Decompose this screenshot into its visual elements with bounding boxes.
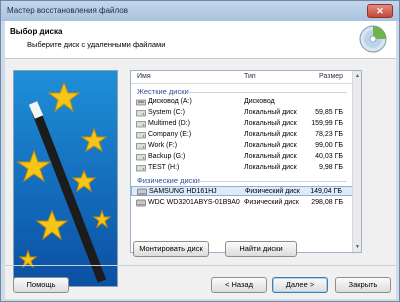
hard-drive-icon <box>136 165 146 172</box>
group-divider <box>187 92 347 93</box>
title-bar: Мастер восстановления файлов ✕ <box>1 1 399 21</box>
vertical-scrollbar[interactable]: ▲ ▼ <box>352 71 361 252</box>
disk-row-samsung-selected[interactable]: SAMSUNG HD161HJ Физический диск 149,04 Г… <box>131 186 353 196</box>
disk-size: 78,23 ГБ <box>315 131 343 138</box>
disk-name: Дисковод (A:) <box>148 98 192 105</box>
hard-drive-icon <box>136 132 146 139</box>
disk-size: 9,98 ГБ <box>319 164 343 171</box>
disk-row-backup[interactable]: Backup (G:) Локальный диск 40,03 ГБ <box>131 152 353 162</box>
disk-row-wdc[interactable]: WDC WD3201ABYS-01B9A0 Физический диск 29… <box>131 198 353 208</box>
wizard-client-area: Выбор диска Выберите диск с удаленными ф… <box>5 21 396 299</box>
disk-name: System (C:) <box>148 109 185 116</box>
disk-type: Локальный диск <box>244 109 297 116</box>
disc-icon <box>359 25 387 53</box>
close-window-button[interactable]: ✕ <box>367 4 393 18</box>
disk-row-multimed[interactable]: Multimed (D:) Локальный диск 159,99 ГБ <box>131 119 353 129</box>
find-disks-button[interactable]: Найти диски <box>225 241 297 257</box>
scroll-up-arrow-icon[interactable]: ▲ <box>354 72 361 80</box>
disk-size: 40,03 ГБ <box>315 153 343 160</box>
disk-name: SAMSUNG HD161HJ <box>149 188 217 195</box>
window-title: Мастер восстановления файлов <box>7 6 128 15</box>
disk-size: 149,04 ГБ <box>310 188 342 195</box>
disk-name: TEST (H:) <box>148 164 180 171</box>
disk-size: 298,08 ГБ <box>311 199 343 206</box>
disk-type: Локальный диск <box>244 120 297 127</box>
disk-name: Multimed (D:) <box>148 120 191 127</box>
disk-row-floppy[interactable]: Дисковод (A:) Дисковод <box>131 97 353 107</box>
disk-row-test[interactable]: TEST (H:) Локальный диск 9,98 ГБ <box>131 163 353 173</box>
disk-type: Локальный диск <box>244 131 297 138</box>
column-size-header[interactable]: Размер <box>319 73 343 80</box>
column-type-header[interactable]: Тип <box>244 73 256 80</box>
group-physical-disks-label: Физические диски <box>137 176 200 185</box>
disk-type: Локальный диск <box>244 153 297 160</box>
disk-type: Локальный диск <box>244 142 297 149</box>
hard-drive-icon <box>136 143 146 150</box>
disk-list[interactable]: Имя Тип Размер Жесткие диски Дисковод (A… <box>130 70 362 253</box>
group-hard-disks-label: Жесткие диски <box>137 87 189 96</box>
hard-drive-icon <box>136 110 146 117</box>
mount-disk-button[interactable]: Монтировать диск <box>133 241 209 257</box>
hard-drive-icon <box>136 121 146 128</box>
disk-size: 99,00 ГБ <box>315 142 343 149</box>
page-subtitle: Выберите диск с удаленными файлами <box>27 40 166 49</box>
hard-drive-icon <box>136 154 146 161</box>
disk-row-company[interactable]: Company (E:) Локальный диск 78,23 ГБ <box>131 130 353 140</box>
close-button[interactable]: Закрыть <box>335 277 391 293</box>
physical-disk-icon <box>136 199 146 207</box>
disk-size: 59,85 ГБ <box>315 109 343 116</box>
page-title: Выбор диска <box>10 27 63 36</box>
wizard-footer: Помощь < Назад Далее > Закрыть <box>5 265 396 299</box>
next-button[interactable]: Далее > <box>272 277 328 293</box>
disk-name: Work (F:) <box>148 142 178 149</box>
column-name-header[interactable]: Имя <box>137 73 151 80</box>
disk-row-system[interactable]: System (C:) Локальный диск 59,85 ГБ <box>131 108 353 118</box>
disk-row-work[interactable]: Work (F:) Локальный диск 99,00 ГБ <box>131 141 353 151</box>
floppy-drive-icon <box>136 99 146 106</box>
wizard-header: Выбор диска Выберите диск с удаленными ф… <box>5 21 396 59</box>
physical-disk-icon <box>137 188 147 196</box>
disk-type: Дисковод <box>244 98 275 105</box>
disk-type: Физический диск <box>245 188 300 195</box>
disk-size: 159,99 ГБ <box>311 120 343 127</box>
wizard-window: Мастер восстановления файлов ✕ Выбор дис… <box>0 0 400 302</box>
disk-name: Backup (G:) <box>148 153 186 160</box>
back-button[interactable]: < Назад <box>211 277 267 293</box>
help-button[interactable]: Помощь <box>13 277 69 293</box>
group-divider <box>197 181 347 182</box>
disk-name: WDC WD3201ABYS-01B9A0 <box>148 199 240 206</box>
magic-wand-illustration <box>13 70 118 287</box>
disk-type: Локальный диск <box>244 164 297 171</box>
disk-name: Company (E:) <box>148 131 192 138</box>
disk-type: Физический диск <box>244 199 299 206</box>
scroll-down-arrow-icon[interactable]: ▼ <box>354 243 361 251</box>
column-headers: Имя Тип Размер <box>131 71 353 84</box>
